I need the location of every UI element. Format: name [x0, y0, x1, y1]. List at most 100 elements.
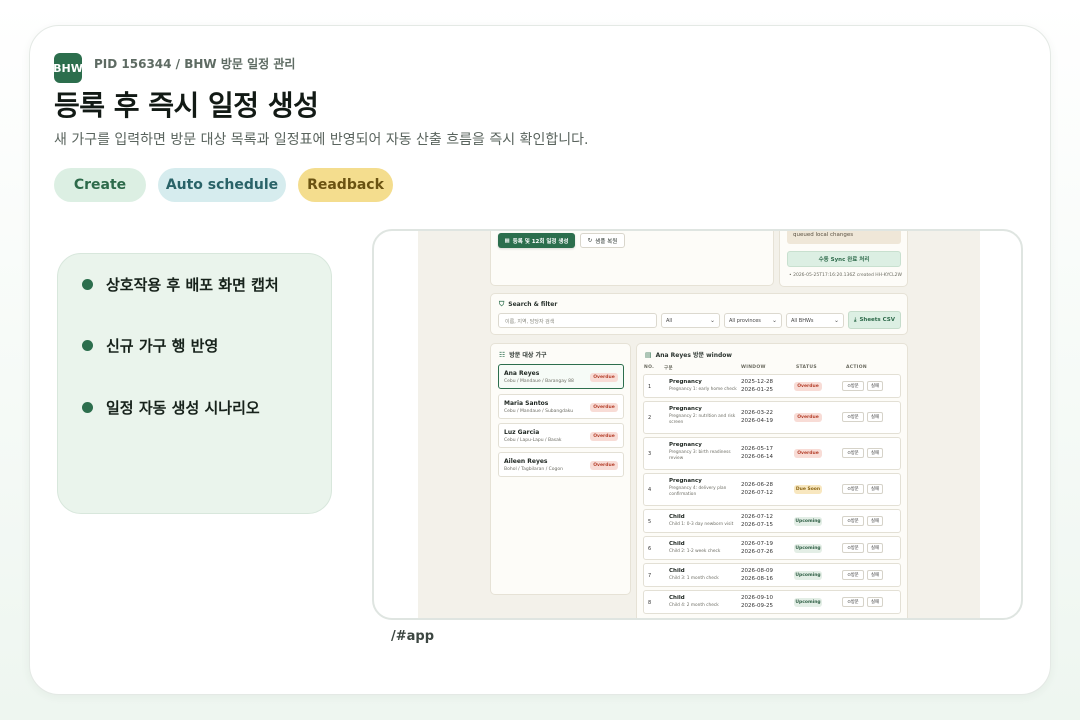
visit-no: 1	[648, 384, 652, 390]
visit-no: 6	[648, 546, 652, 552]
window-start: 2026-07-12	[741, 514, 773, 520]
visit-button-label: 방문	[850, 519, 859, 524]
fail-button[interactable]: 실패	[867, 448, 883, 458]
visit-category: Pregnancy	[669, 478, 702, 484]
register-button-label: 등록 및 12회 일정 생성	[512, 238, 569, 245]
province-filter-value: All provinces	[729, 318, 761, 324]
status-badge: Overdue	[794, 449, 822, 458]
visit-button[interactable]: ⊙ 방문	[842, 543, 864, 553]
restore-sample-button[interactable]: ↻ 샘플 복원	[580, 233, 625, 248]
status-filter-select[interactable]: All ⌄	[661, 313, 720, 328]
window-end: 2026-07-26	[741, 548, 773, 555]
visit-button[interactable]: ⊙ 방문	[842, 516, 864, 526]
download-icon: ⤓	[854, 316, 857, 323]
fail-button[interactable]: 실패	[867, 516, 883, 526]
fail-button[interactable]: 실패	[867, 570, 883, 580]
window-end: 2026-01-25	[741, 386, 773, 393]
chevron-down-icon: ⌄	[709, 317, 715, 324]
tag-create: Create	[54, 168, 146, 202]
visit-no: 8	[648, 600, 652, 606]
column-header-no: NO.	[644, 365, 655, 370]
household-location: Cebu / Mandaue / Subangdaku	[504, 409, 574, 414]
search-filter-label: Search & filter	[508, 301, 558, 308]
sheets-csv-button[interactable]: ⤓ Sheets CSV	[848, 311, 901, 329]
window-start: 2026-03-22	[741, 410, 773, 416]
window-end: 2026-06-14	[741, 453, 773, 460]
visit-button[interactable]: ⊙ 방문	[842, 448, 864, 458]
tag-readback: Readback	[298, 168, 393, 202]
household-location: Bohol / Tagbilaran / Cogon	[504, 467, 563, 472]
register-panel: ▦ 등록 및 12회 일정 생성 ↻ 샘플 복원	[490, 231, 774, 286]
calendar-icon: ▤	[645, 350, 652, 359]
visit-window: 2026-06-28 2026-07-12	[741, 482, 773, 497]
household-item[interactable]: Aileen Reyes Bohol / Tagbilaran / Cogon …	[498, 452, 624, 477]
list-icon: ☷	[499, 350, 506, 359]
window-end: 2026-07-15	[741, 521, 773, 528]
fail-button[interactable]: 실패	[867, 597, 883, 607]
bullet-icon	[82, 402, 93, 413]
households-panel: ☷ 방문 대상 가구 Ana Reyes Cebu / Mandaue / Ba…	[490, 343, 631, 595]
visit-button[interactable]: ⊙ 방문	[842, 570, 864, 580]
visit-button-label: 방문	[850, 573, 859, 578]
household-name: Aileen Reyes	[504, 458, 548, 465]
register-button[interactable]: ▦ 등록 및 12회 일정 생성	[498, 233, 575, 248]
visit-window: 2026-07-19 2026-07-26	[741, 541, 773, 556]
visit-button[interactable]: ⊙ 방문	[842, 412, 864, 422]
table-row: 5 Child Child 1: 0-3 day newborn visit 2…	[643, 509, 901, 533]
visit-button[interactable]: ⊙ 방문	[842, 597, 864, 607]
manual-sync-button[interactable]: 수동 Sync 완료 처리	[787, 251, 901, 267]
household-item[interactable]: Luz Garcia Cebu / Lapu-Lapu / Basak Over…	[498, 423, 624, 448]
visit-desc: Child 3: 1 month check	[669, 576, 719, 581]
household-location: Cebu / Mandaue / Barangay 88	[504, 379, 574, 384]
visit-category: Child	[669, 568, 685, 574]
log-text: 2026-05-25T17:16:20.136Z created HH-KYCL…	[793, 273, 902, 278]
window-start: 2026-08-09	[741, 568, 773, 574]
project-id: PID 156344 / BHW 방문 일정 관리	[94, 57, 296, 71]
visit-window: 2026-05-17 2026-06-14	[741, 446, 773, 461]
bhw-filter-select[interactable]: All BHWs ⌄	[786, 313, 844, 328]
household-item[interactable]: Maria Santos Cebu / Mandaue / Subangdaku…	[498, 394, 624, 419]
window-end: 2026-04-19	[741, 417, 773, 424]
visit-button[interactable]: ⊙ 방문	[842, 381, 864, 391]
status-badge: Upcoming	[794, 544, 822, 553]
app-screenshot: ▦ 등록 및 12회 일정 생성 ↻ 샘플 복원 queued local ch…	[372, 229, 1023, 620]
csv-button-label: Sheets CSV	[859, 317, 895, 323]
note-text: 상호작용 후 배포 화면 캡처	[106, 276, 279, 294]
page-subtitle: 새 가구를 입력하면 방문 대상 목록과 일정표에 반영되어 자동 산출 흐름을…	[54, 132, 589, 148]
bhw-logo: BHW	[53, 53, 83, 83]
fail-button[interactable]: 실패	[867, 381, 883, 391]
column-header-type: 구분	[664, 366, 673, 371]
app-url: /#app	[391, 629, 435, 644]
visit-window: 2026-08-09 2026-08-16	[741, 568, 773, 583]
calendar-plus-icon: ▦	[504, 237, 510, 244]
visit-window-title: ▤ Ana Reyes 방문 window	[645, 350, 732, 360]
visit-window: 2025-12-28 2026-01-25	[741, 379, 773, 394]
household-item[interactable]: Ana Reyes Cebu / Mandaue / Barangay 88 O…	[498, 364, 624, 389]
visit-desc: Child 2: 1-2 week check	[669, 549, 721, 554]
fail-button[interactable]: 실패	[867, 484, 883, 494]
window-start: 2026-09-10	[741, 595, 773, 601]
visit-button-label: 방문	[850, 600, 859, 605]
note-item: 신규 가구 행 반영	[82, 335, 218, 356]
visit-desc: Child 1: 0-3 day newborn visit	[669, 522, 734, 527]
table-row: 8 Child Child 4: 2 month check 2026-09-1…	[643, 590, 901, 614]
visit-category: Child	[669, 541, 685, 547]
visit-desc: Pregnancy 2: nutrition and risk screen	[669, 414, 736, 425]
search-input[interactable]: 이름, 지역, 담당자 검색	[498, 313, 657, 328]
window-end: 2026-08-16	[741, 575, 773, 582]
fail-button[interactable]: 실패	[867, 543, 883, 553]
bhw-filter-value: All BHWs	[791, 318, 814, 324]
notes-panel: 상호작용 후 배포 화면 캡처 신규 가구 행 반영 일정 자동 생성 시나리오	[57, 253, 332, 514]
visit-button-label: 방문	[850, 415, 859, 420]
province-filter-select[interactable]: All provinces ⌄	[724, 313, 782, 328]
window-end: 2026-09-25	[741, 602, 773, 609]
filter-icon: ⛉	[499, 300, 505, 308]
window-end: 2026-07-12	[741, 489, 773, 496]
fail-button[interactable]: 실패	[867, 412, 883, 422]
status-badge: Overdue	[794, 413, 822, 422]
visit-button-label: 방문	[850, 451, 859, 456]
visit-button[interactable]: ⊙ 방문	[842, 484, 864, 494]
table-row: 4 Pregnancy Pregnancy 4: delivery plan c…	[643, 473, 901, 506]
column-header-window: WINDOW	[741, 365, 766, 370]
household-name: Luz Garcia	[504, 429, 540, 436]
